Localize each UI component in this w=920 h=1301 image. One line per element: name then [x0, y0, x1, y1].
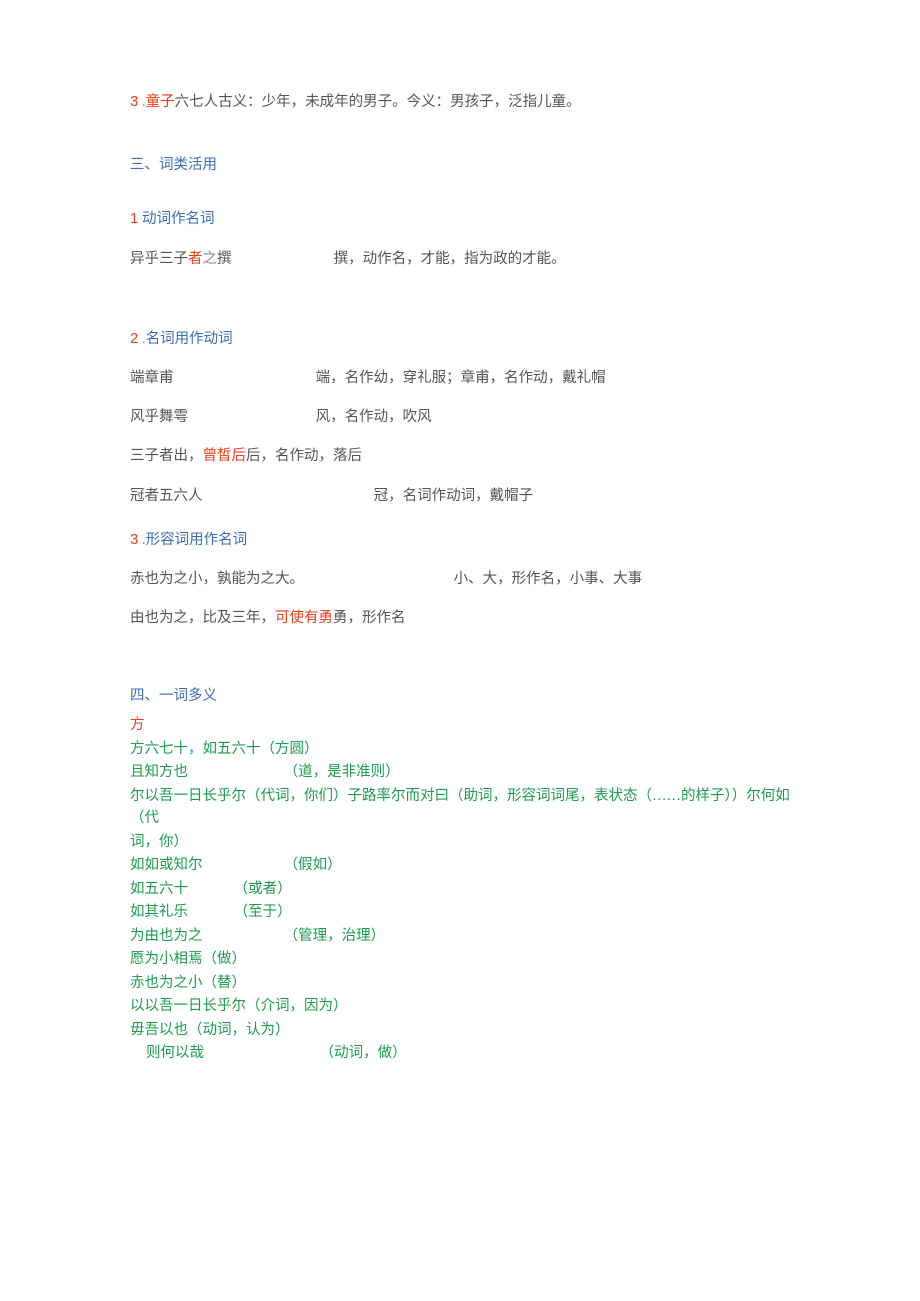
sub1-l1d: 撰: [217, 251, 232, 267]
sub2-l1b: 端，名作幼，穿礼服；章甫，名作动，戴礼帽: [316, 370, 606, 386]
sub3-l1b: 小、大，形作名，小事、大事: [454, 571, 643, 587]
item-3-keyword: 童子: [146, 94, 175, 110]
s4-l10: 以以吾一日长乎尔（介词，因为）: [130, 995, 790, 1017]
sub2-line4: 冠者五六人 冠，名词作动词，戴帽子: [130, 485, 790, 508]
sub3-l2b: 可使有勇: [275, 610, 333, 626]
sub2-l1a: 端章甫: [130, 367, 312, 390]
sub2-l2a: 风乎舞雩: [130, 406, 312, 429]
s4-l7b: （管理，治理）: [284, 928, 386, 944]
item-3-text: 六七人古义：少年，未成年的男子。今义：男孩子，泛指儿童。: [175, 94, 581, 110]
item-3-tongzi: 3 .童子六七人古义：少年，未成年的男子。今义：男孩子，泛指儿童。: [130, 90, 790, 114]
s4-l8: 愿为小相焉（做）: [130, 948, 790, 970]
sub1-l1a: 异乎三子: [130, 251, 188, 267]
sub2-line2: 风乎舞雩 风，名作动，吹风: [130, 406, 790, 429]
s4-l9: 赤也为之小（替）: [130, 972, 790, 994]
sub2-title: 名词用作动词: [146, 331, 233, 347]
section-4-content: 方 方六七十，如五六十（方圆） 且知方也 （道，是非准则） 尔以吾一日长乎尔（代…: [130, 714, 790, 1064]
s4-l2a: 且知方也: [130, 761, 280, 783]
sub3-l2c: 勇，形作名: [333, 610, 406, 626]
s4-l5b: （或者）: [234, 881, 292, 897]
s4-l12: 则何以哉 （动词，做）: [146, 1042, 790, 1064]
sub3-title: 形容词用作名词: [146, 532, 248, 548]
sub2-l4b: 冠，名词作动词，戴帽子: [374, 488, 534, 504]
sub2-l4a: 冠者五六人: [130, 485, 370, 508]
s4-l12b: （动词，做）: [320, 1045, 407, 1061]
section-4-title: 四、一词多义: [130, 685, 790, 708]
s4-l5a: 如五六十: [130, 878, 230, 900]
sub1-l1e: 撰，动作名，才能，指为政的才能。: [334, 251, 566, 267]
s4-l2b: （道，是非准则）: [284, 764, 400, 780]
subsection-3-3-title: 3 .形容词用作名词: [130, 528, 790, 552]
item-3-dot: .: [138, 94, 145, 110]
s4-l6: 如其礼乐 （至于）: [130, 901, 790, 923]
s4-l4a: 如如或知尔: [130, 854, 280, 876]
sub3-line2: 由也为之，比及三年，可使有勇勇，形作名: [130, 607, 790, 630]
s4-fang: 方: [130, 714, 790, 736]
subsection-3-1-title: 1 动词作名词: [130, 207, 790, 231]
s4-l7a: 为由也为之: [130, 925, 280, 947]
sub3-line1: 赤也为之小，孰能为之大。 小、大，形作名，小事、大事: [130, 568, 790, 591]
sub3-dot: .: [138, 532, 145, 548]
s4-l11: 毋吾以也（动词，认为）: [130, 1019, 790, 1041]
section-3-title: 三、词类活用: [130, 154, 790, 177]
sub1-l1c: 之: [203, 251, 218, 267]
s4-l5: 如五六十 （或者）: [130, 878, 790, 900]
sub2-l3a: 三子者出，: [130, 448, 203, 464]
sub2-l3c: 后，名作动，落后: [246, 448, 362, 464]
sub1-l1b: 者: [188, 251, 203, 267]
sub1-title: 动词作名词: [138, 211, 214, 227]
s4-l6a: 如其礼乐: [130, 901, 230, 923]
sub2-l2b: 风，名作动，吹风: [316, 409, 432, 425]
sub2-line1: 端章甫 端，名作幼，穿礼服；章甫，名作动，戴礼帽: [130, 367, 790, 390]
s4-l7: 为由也为之 （管理，治理）: [130, 925, 790, 947]
sub3-l1a: 赤也为之小，孰能为之大。: [130, 568, 450, 591]
s4-l6b: （至于）: [234, 904, 292, 920]
sub2-l3b: 曾皙后: [203, 448, 247, 464]
s4-l12a: 则何以哉: [146, 1045, 204, 1061]
s4-l3: 尔以吾一日长乎尔（代词，你们）子路率尔而对曰（助词，形容词词尾，表状态（……的样…: [130, 785, 790, 830]
subsection-3-2-title: 2 .名词用作动词: [130, 327, 790, 351]
s4-l4b: （假如）: [284, 857, 342, 873]
s4-l2: 且知方也 （道，是非准则）: [130, 761, 790, 783]
sub2-line3: 三子者出，曾皙后后，名作动，落后: [130, 445, 790, 468]
s4-l3b: 词，你）: [130, 831, 790, 853]
s4-l1: 方六七十，如五六十（方圆）: [130, 738, 790, 760]
sub1-line1: 异乎三子者之撰 撰，动作名，才能，指为政的才能。: [130, 248, 790, 271]
sub3-l2a: 由也为之，比及三年，: [130, 610, 275, 626]
sub2-dot: .: [138, 331, 145, 347]
s4-l4: 如如或知尔 （假如）: [130, 854, 790, 876]
